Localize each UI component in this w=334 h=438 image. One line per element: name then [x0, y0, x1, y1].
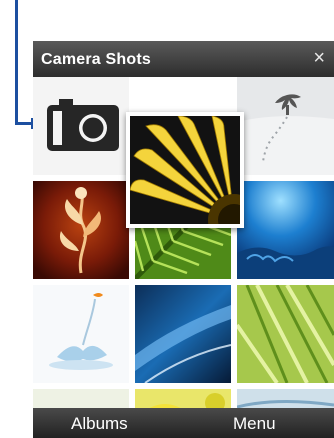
- callout-line: [15, 0, 18, 125]
- close-icon[interactable]: ×: [313, 48, 325, 68]
- window-title: Camera Shots: [41, 51, 151, 68]
- floral-art-image: [33, 181, 129, 279]
- yellow-gerbera-image: [130, 116, 240, 224]
- snow-tree-thumbnail[interactable]: [237, 77, 334, 175]
- camera-icon: [47, 99, 119, 151]
- blue-leaf-thumbnail[interactable]: [135, 285, 231, 383]
- water-splash-thumbnail[interactable]: [33, 285, 129, 383]
- underwater-reef-thumbnail[interactable]: [237, 181, 334, 279]
- green-grass-thumbnail[interactable]: [237, 285, 334, 383]
- snow-tree-image: [237, 77, 334, 175]
- underwater-reef-image: [237, 181, 334, 279]
- camera-mode-thumbnail[interactable]: [33, 77, 129, 175]
- albums-softkey[interactable]: Albums: [71, 414, 128, 434]
- green-grass-image: [237, 285, 334, 383]
- thumbnail-grid: [33, 77, 334, 419]
- selected-thumbnail-yellow-gerbera[interactable]: [126, 112, 244, 228]
- menu-softkey[interactable]: Menu: [233, 414, 276, 434]
- softkey-bar: Albums Menu: [33, 408, 334, 438]
- blue-leaf-image: [135, 285, 231, 383]
- phone-screen: Camera Shots × Albums Menu: [33, 41, 334, 438]
- title-bar: Camera Shots ×: [33, 41, 334, 77]
- water-splash-image: [33, 285, 129, 383]
- floral-art-thumbnail[interactable]: [33, 181, 129, 279]
